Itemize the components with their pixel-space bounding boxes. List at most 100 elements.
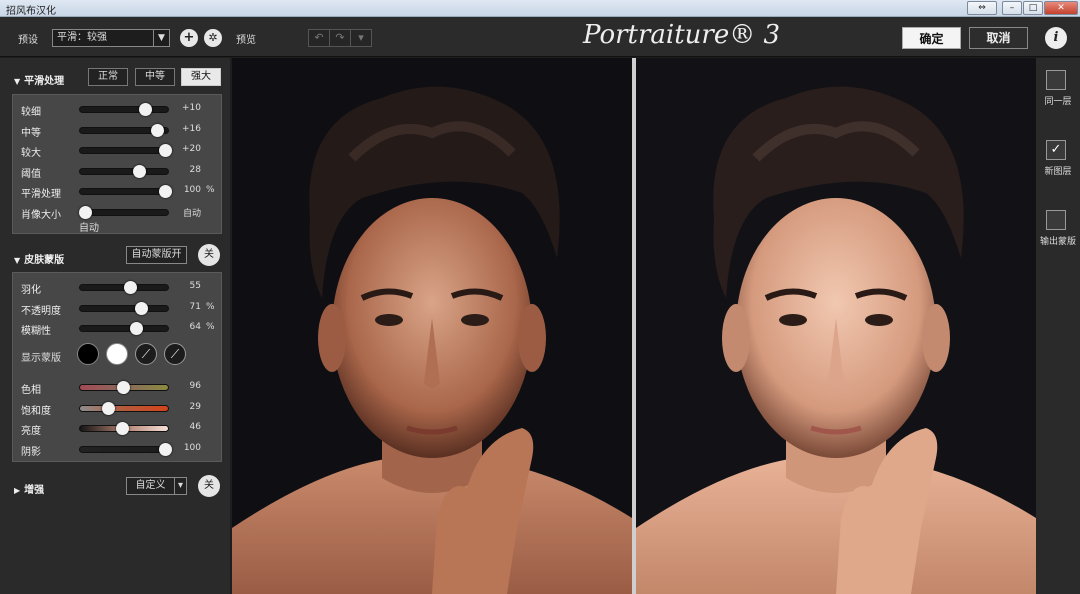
slider-value: 96: [189, 381, 201, 391]
slider-track[interactable]: [79, 381, 169, 394]
redo-icon[interactable]: ↷: [330, 30, 351, 46]
slider-knob[interactable]: [158, 185, 172, 198]
history-controls: ↶ ↷ ▾: [308, 29, 372, 47]
slider-knob[interactable]: [138, 103, 152, 116]
slider-knob[interactable]: [78, 205, 92, 219]
slider-row: 肖像大小 自动: [13, 204, 223, 221]
slider-row: 羽化 55: [13, 279, 223, 296]
gear-icon[interactable]: ✲: [204, 29, 222, 47]
slider-row: 平滑处理 100%: [13, 183, 223, 200]
slider-value: +10: [182, 103, 201, 113]
cancel-button[interactable]: 取消: [969, 27, 1028, 49]
slider-knob[interactable]: [158, 442, 172, 456]
slider-knob[interactable]: [116, 422, 130, 435]
slider-value: 29: [189, 401, 201, 412]
undo-icon[interactable]: ↶: [309, 30, 330, 46]
collapsed-triangle-icon: ▶: [14, 486, 21, 495]
enhance-section-header[interactable]: ▶ 增强: [14, 481, 44, 496]
slider-knob[interactable]: [117, 381, 131, 394]
slider-row: 阈值 28: [13, 163, 223, 180]
auto-mask-button[interactable]: 自动蒙版开: [126, 246, 187, 264]
slider-value: 55: [189, 281, 201, 291]
slider-knob[interactable]: [135, 301, 149, 315]
slider-track[interactable]: [79, 422, 169, 435]
slider-knob[interactable]: [150, 123, 164, 137]
preset-value: 平滑：较强: [57, 32, 107, 43]
preview-label[interactable]: 预览: [236, 31, 256, 46]
original-preview[interactable]: [232, 58, 632, 594]
slider-knob[interactable]: [101, 401, 115, 415]
portrait-size-sub-label: 自动: [79, 223, 99, 234]
expand-triangle-icon: ▼: [14, 77, 21, 86]
ok-button[interactable]: 确定: [902, 27, 961, 49]
retouched-preview[interactable]: [636, 58, 1036, 594]
smoothing-sliders-box: 较细 +10 中等 +16 较大 +20 阈值 28 平滑处理 100% 肖像大小 自动 自动: [12, 94, 222, 234]
enhance-preset-select[interactable]: 自定义: [126, 477, 175, 495]
output-option-checkbox[interactable]: [1046, 70, 1066, 90]
mode-strong-button[interactable]: 强大: [181, 68, 221, 86]
restore-size-button[interactable]: ⇔: [967, 1, 997, 15]
expand-triangle-icon: ▼: [14, 256, 21, 265]
slider-knob[interactable]: [129, 322, 143, 335]
eyedropper-icon[interactable]: ⟋: [135, 343, 157, 365]
slider-row: 饱和度 29: [13, 400, 223, 417]
slider-label: 亮度: [21, 426, 41, 437]
output-option-checkbox[interactable]: [1046, 210, 1066, 230]
white-mask-swatch[interactable]: [106, 343, 128, 365]
smoothing-title: 平滑处理: [24, 76, 65, 87]
slider-track[interactable]: [79, 103, 169, 116]
eyedropper-add-icon[interactable]: ⟋: [164, 343, 186, 365]
maximize-button[interactable]: □: [1023, 1, 1043, 15]
output-option-label: 输出蒙版: [1039, 237, 1076, 247]
history-dropdown-icon[interactable]: ▾: [351, 30, 371, 46]
mode-medium-button[interactable]: 中等: [135, 68, 175, 86]
slider-knob[interactable]: [158, 144, 172, 157]
slider-value: 自动: [182, 208, 201, 219]
add-preset-button[interactable]: +: [180, 29, 198, 47]
app-logo: Portraiture® 3: [583, 20, 781, 50]
smoothing-section-header[interactable]: ▼ 平滑处理: [14, 72, 64, 87]
skin-mask-off-button[interactable]: 关: [198, 244, 220, 266]
slider-track[interactable]: [79, 401, 169, 415]
slider-track[interactable]: [79, 281, 169, 294]
window-title: 招风布汉化: [6, 6, 56, 17]
output-option-label: 新图层: [1044, 167, 1072, 177]
black-mask-swatch[interactable]: [77, 343, 99, 365]
slider-knob[interactable]: [123, 281, 137, 294]
slider-track[interactable]: [78, 205, 169, 219]
show-mask-label: 显示蒙版: [21, 353, 61, 364]
preset-select[interactable]: 平滑：较强 ▼: [52, 29, 170, 47]
slider-track[interactable]: [79, 185, 172, 198]
close-window-button[interactable]: ✕: [1044, 1, 1078, 15]
slider-knob[interactable]: [133, 164, 147, 178]
slider-label: 模糊性: [21, 326, 51, 337]
window-title-bar: 招风布汉化 ⇔ – □ ✕: [0, 0, 1080, 17]
slider-label: 较大: [21, 148, 41, 159]
slider-track[interactable]: [79, 301, 169, 315]
mode-normal-button[interactable]: 正常: [88, 68, 128, 86]
settings-panel: ▼ 平滑处理 正常 中等 强大 较细 +10 中等 +16 较大 +20 阈值 28 平滑处理 10…: [0, 58, 230, 594]
slider-value: 46: [189, 422, 201, 432]
slider-value: +16: [182, 123, 201, 134]
slider-track[interactable]: [79, 442, 172, 456]
slider-unit: %: [206, 185, 215, 195]
skin-mask-section-header[interactable]: ▼ 皮肤蒙版: [14, 251, 64, 266]
slider-track[interactable]: [79, 123, 169, 137]
slider-label: 中等: [21, 127, 41, 139]
checkmark-icon: ✓: [1050, 142, 1062, 157]
info-icon[interactable]: i: [1045, 27, 1067, 49]
slider-value: 28: [189, 164, 201, 175]
chevron-down-icon[interactable]: ▾: [174, 477, 187, 495]
enhance-off-button[interactable]: 关: [198, 475, 220, 497]
slider-track[interactable]: [79, 164, 169, 178]
slider-track[interactable]: [79, 322, 169, 335]
slider-row: 模糊性 64%: [13, 320, 223, 337]
slider-label: 平滑处理: [21, 189, 61, 200]
slider-label: 较细: [21, 107, 41, 118]
minimize-button[interactable]: –: [1002, 1, 1022, 15]
slider-track[interactable]: [79, 144, 172, 157]
enhance-title: 增强: [24, 485, 45, 496]
slider-value: 64: [189, 322, 201, 332]
output-option-checkbox[interactable]: ✓: [1046, 140, 1066, 160]
slider-label: 不透明度: [21, 305, 61, 317]
